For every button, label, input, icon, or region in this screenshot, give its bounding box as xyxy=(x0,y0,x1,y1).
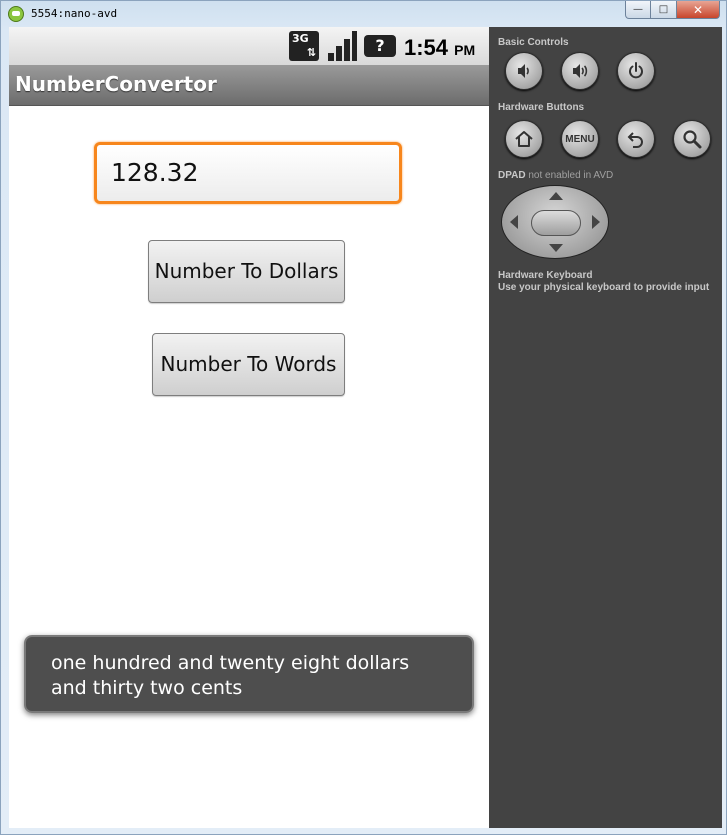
action-bar: NumberConvertor xyxy=(9,65,489,106)
menu-button[interactable]: MENU xyxy=(561,120,599,158)
dpad-down-icon[interactable] xyxy=(549,244,563,252)
dpad-label: DPAD xyxy=(498,170,526,181)
volume-down-button[interactable] xyxy=(505,52,543,90)
dpad-heading: DPAD not enabled in AVD xyxy=(498,170,613,181)
device-screen: 3G ⇅ ? 1:54 PM NumberConvertor 128.32 Nu… xyxy=(9,27,489,828)
emulator-controls-panel: Basic Controls Hardware Buttons MENU DPA… xyxy=(489,27,722,828)
maximize-button[interactable]: □ xyxy=(651,1,677,19)
minimize-button[interactable]: — xyxy=(625,1,651,19)
signal-icon xyxy=(327,31,357,61)
network-3g-icon: 3G ⇅ xyxy=(289,31,319,61)
window-controls: — □ ✕ xyxy=(625,1,720,19)
result-toast: one hundred and twenty eight dollars and… xyxy=(24,635,474,713)
back-icon xyxy=(627,132,643,148)
dpad-note: not enabled in AVD xyxy=(528,170,614,181)
dpad-center-button[interactable] xyxy=(531,210,581,236)
number-input[interactable]: 128.32 xyxy=(94,142,402,204)
volume-up-icon xyxy=(573,64,588,78)
hardware-buttons-heading: Hardware Buttons xyxy=(498,102,585,113)
window-title: 5554:nano-avd xyxy=(31,7,118,20)
power-icon xyxy=(629,62,643,79)
android-icon xyxy=(8,6,24,22)
battery-unknown-icon: ? xyxy=(364,35,396,57)
dpad-left-icon[interactable] xyxy=(510,215,518,229)
hardware-keyboard-hint: Use your physical keyboard to provide in… xyxy=(498,282,710,293)
hardware-keyboard-heading: Hardware Keyboard xyxy=(498,270,593,281)
status-bar: 3G ⇅ ? 1:54 PM xyxy=(9,27,489,66)
clock-time: 1:54 xyxy=(404,35,449,60)
app-title: NumberConvertor xyxy=(15,72,217,96)
dpad-right-icon[interactable] xyxy=(592,215,600,229)
window-titlebar[interactable]: 5554:nano-avd — □ ✕ xyxy=(1,1,726,27)
search-button[interactable] xyxy=(673,120,711,158)
emulator-window: 5554:nano-avd — □ ✕ 3G ⇅ ? 1:54 PM Numbe… xyxy=(0,0,727,835)
power-button[interactable] xyxy=(617,52,655,90)
dpad[interactable] xyxy=(501,185,609,259)
basic-controls-heading: Basic Controls xyxy=(498,37,569,48)
network-type: 3G xyxy=(292,32,309,45)
volume-up-button[interactable] xyxy=(561,52,599,90)
home-button[interactable] xyxy=(505,120,543,158)
clock: 1:54 PM xyxy=(404,35,475,61)
clock-ampm: PM xyxy=(454,42,476,58)
dpad-up-icon[interactable] xyxy=(549,192,563,200)
number-to-dollars-button[interactable]: Number To Dollars xyxy=(148,240,345,303)
close-button[interactable]: ✕ xyxy=(677,1,720,19)
menu-button-label: MENU xyxy=(565,133,595,145)
volume-down-icon xyxy=(518,64,529,78)
search-icon xyxy=(683,130,702,149)
number-to-words-button[interactable]: Number To Words xyxy=(152,333,345,396)
back-button[interactable] xyxy=(617,120,655,158)
home-icon xyxy=(515,131,533,147)
